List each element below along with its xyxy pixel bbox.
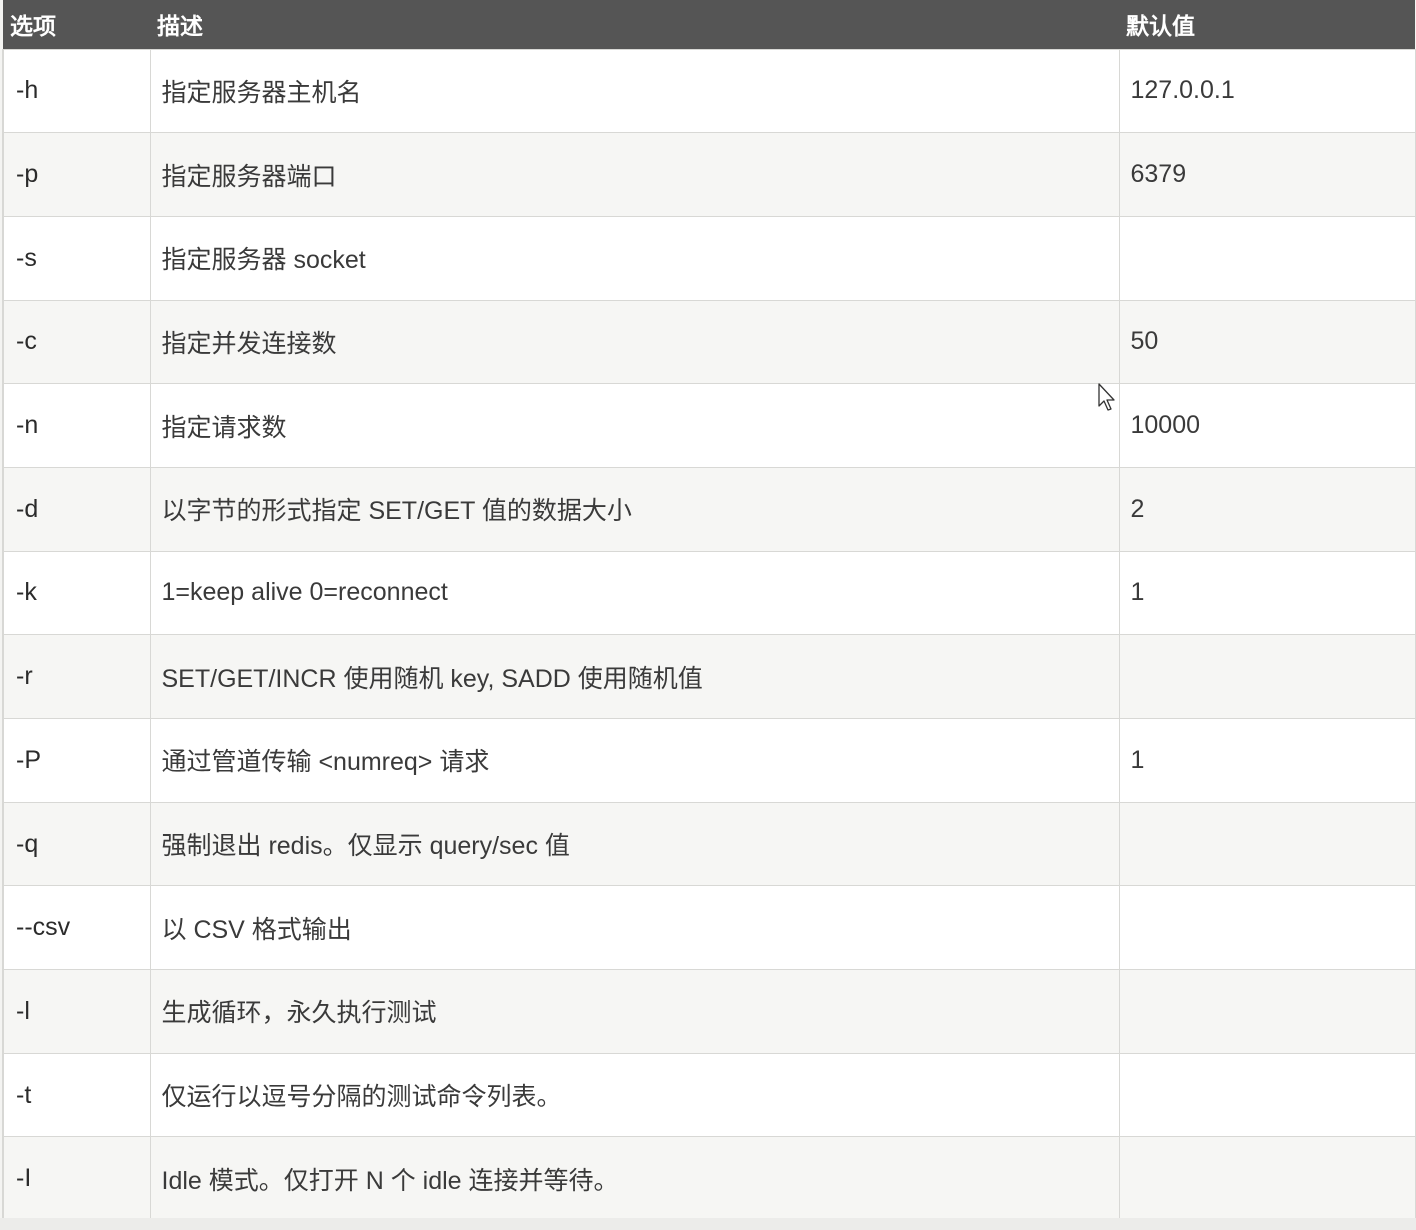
- page: 选项 描述 默认值 -h 指定服务器主机名 127.0.0.1 -p 指定服务器…: [0, 0, 1416, 1230]
- header-description: 描述: [157, 13, 203, 40]
- description-cell: 强制退出 redis。仅显示 query/sec 值: [149, 801, 1120, 887]
- default-cell: 127.0.0.1: [1118, 48, 1416, 134]
- default-cell: [1118, 969, 1416, 1054]
- table-row: -I Idle 模式。仅打开 N 个 idle 连接并等待。: [2, 1136, 1416, 1222]
- table-row: --csv 以 CSV 格式输出: [2, 885, 1416, 971]
- option-cell: -p: [2, 132, 151, 217]
- option-cell: -h: [2, 48, 151, 134]
- table-row: -k 1=keep alive 0=reconnect 1: [2, 550, 1416, 636]
- description-cell: SET/GET/INCR 使用随机 key, SADD 使用随机值: [149, 634, 1120, 719]
- description-cell: 生成循环，永久执行测试: [149, 969, 1120, 1054]
- table-header-row: 选项 描述 默认值: [3, 0, 1415, 49]
- default-cell: 6379: [1118, 132, 1416, 217]
- table-row: -P 通过管道传输 <numreq> 请求 1: [2, 718, 1416, 803]
- table-header: 选项 描述 默认值: [3, 0, 1415, 49]
- description-cell: 指定并发连接数: [149, 299, 1120, 385]
- default-cell: [1118, 1136, 1416, 1222]
- default-cell: 10000: [1118, 383, 1416, 468]
- default-cell: 2: [1118, 466, 1416, 552]
- option-cell: -c: [2, 299, 151, 385]
- description-cell: 1=keep alive 0=reconnect: [149, 550, 1120, 636]
- table-row: -s 指定服务器 socket: [2, 215, 1416, 301]
- option-cell: -d: [2, 466, 151, 552]
- description-cell: 通过管道传输 <numreq> 请求: [149, 718, 1120, 803]
- description-cell: 仅运行以逗号分隔的测试命令列表。: [149, 1052, 1120, 1138]
- default-cell: 1: [1118, 550, 1416, 636]
- option-cell: -P: [2, 718, 151, 803]
- table-row: -d 以字节的形式指定 SET/GET 值的数据大小 2: [2, 466, 1416, 552]
- default-cell: 50: [1118, 299, 1416, 385]
- default-cell: [1118, 634, 1416, 719]
- option-cell: -s: [2, 215, 151, 301]
- option-cell: -l: [2, 969, 151, 1054]
- description-cell: 以 CSV 格式输出: [149, 885, 1120, 971]
- option-cell: -k: [2, 550, 151, 636]
- option-cell: -r: [2, 634, 151, 719]
- table-row: -c 指定并发连接数 50: [2, 299, 1416, 385]
- default-cell: [1118, 1052, 1416, 1138]
- header-default: 默认值: [1126, 13, 1195, 40]
- table-row: -q 强制退出 redis。仅显示 query/sec 值: [2, 801, 1416, 887]
- header-option: 选项: [10, 13, 56, 40]
- bottom-edge: [0, 1218, 1416, 1230]
- table-row: -n 指定请求数 10000: [2, 383, 1416, 468]
- description-cell: 指定服务器主机名: [149, 48, 1120, 134]
- description-cell: 以字节的形式指定 SET/GET 值的数据大小: [149, 466, 1120, 552]
- default-cell: [1118, 885, 1416, 971]
- table-row: -h 指定服务器主机名 127.0.0.1: [2, 48, 1416, 134]
- option-cell: --csv: [2, 885, 151, 971]
- table-row: -r SET/GET/INCR 使用随机 key, SADD 使用随机值: [2, 634, 1416, 719]
- options-table: 选项 描述 默认值 -h 指定服务器主机名 127.0.0.1 -p 指定服务器…: [2, 0, 1416, 1222]
- description-cell: 指定服务器 socket: [149, 215, 1120, 301]
- default-cell: [1118, 215, 1416, 301]
- description-cell: 指定服务器端口: [149, 132, 1120, 217]
- option-cell: -t: [2, 1052, 151, 1138]
- table-row: -l 生成循环，永久执行测试: [2, 969, 1416, 1054]
- table-row: -t 仅运行以逗号分隔的测试命令列表。: [2, 1052, 1416, 1138]
- description-cell: 指定请求数: [149, 383, 1120, 468]
- table-row: -p 指定服务器端口 6379: [2, 132, 1416, 217]
- table-body: -h 指定服务器主机名 127.0.0.1 -p 指定服务器端口 6379 -s…: [2, 48, 1416, 1222]
- option-cell: -I: [2, 1136, 151, 1222]
- option-cell: -q: [2, 801, 151, 887]
- default-cell: [1118, 801, 1416, 887]
- option-cell: -n: [2, 383, 151, 468]
- mouse-pointer-icon: [1098, 383, 1115, 411]
- description-cell: Idle 模式。仅打开 N 个 idle 连接并等待。: [149, 1136, 1120, 1222]
- default-cell: 1: [1118, 718, 1416, 803]
